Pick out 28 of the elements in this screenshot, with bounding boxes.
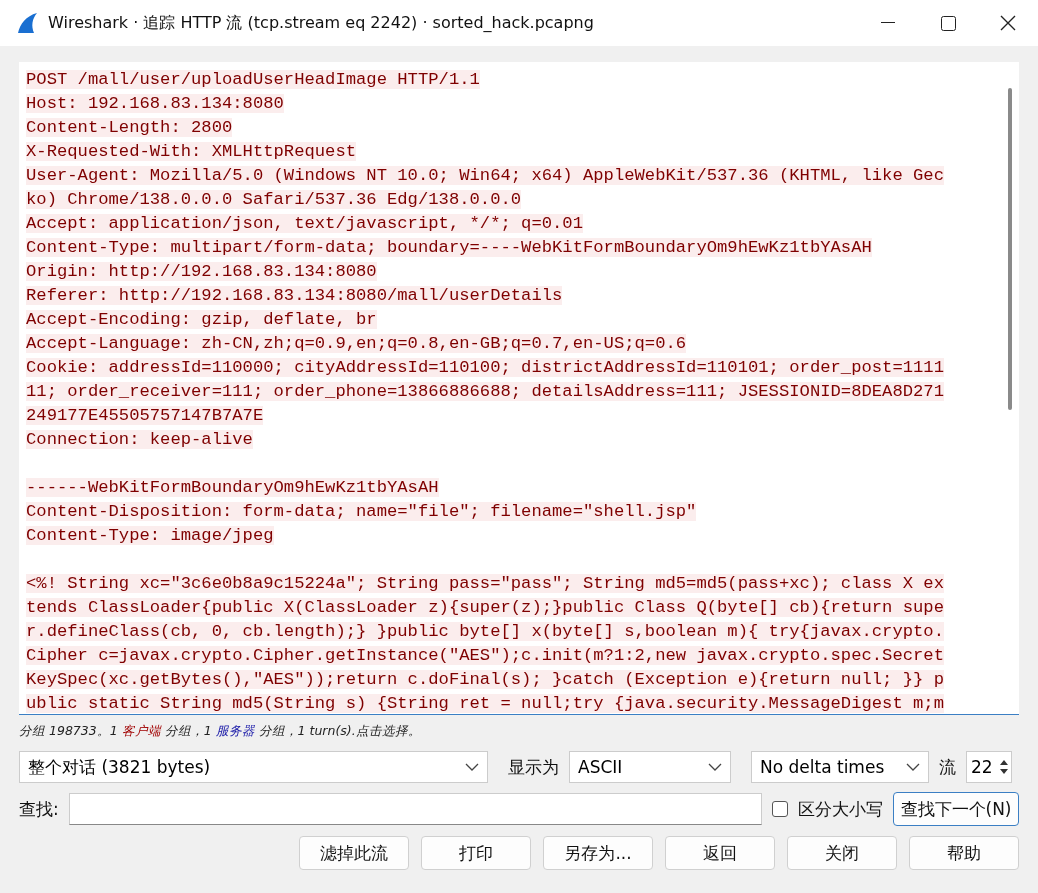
chevron-down-icon [465,763,479,771]
dialog-button[interactable]: 另存为... [543,836,653,870]
stream-label: 流 [939,755,956,779]
dialog-button[interactable]: 关闭 [787,836,897,870]
find-label: 查找: [19,797,59,821]
close-icon [1000,15,1016,31]
minimize-icon [881,22,895,24]
dialog-button[interactable]: 滤掉此流 [299,836,409,870]
delta-dropdown[interactable]: No delta times [751,751,929,783]
dialog-button[interactable]: 返回 [665,836,775,870]
stream-summary: 分组 198733。1 客户端 分组，1 服务器 分组，1 turn(s).点击选择。 [18,722,422,740]
chevron-down-icon [708,763,722,771]
stream-text-area[interactable] [19,62,1019,715]
case-checkbox[interactable] [772,801,788,817]
conversation-dropdown[interactable]: 整个对话 (3821 bytes) [19,751,488,783]
fin-logo-icon [16,12,38,34]
dialog-button[interactable]: 帮助 [909,836,1019,870]
encoding-dropdown[interactable]: ASCII [569,751,731,783]
stream-spinbox[interactable]: 22 [966,751,1012,783]
maximize-icon [940,15,956,31]
dialog-button[interactable]: 打印 [421,836,531,870]
find-field[interactable] [68,793,762,825]
chevron-down-icon [906,763,920,771]
case-label: 区分大小写 [798,797,883,821]
find-next-button[interactable]: 查找下一个(N) [893,792,1019,826]
window-title: Wireshark · 追踪 HTTP 流 (tcp.stream eq 2242) · sorted_hack.pcapng [48,12,595,34]
display-as-label: 显示为 [508,755,559,779]
scrollbar-thumb[interactable] [1008,88,1012,410]
